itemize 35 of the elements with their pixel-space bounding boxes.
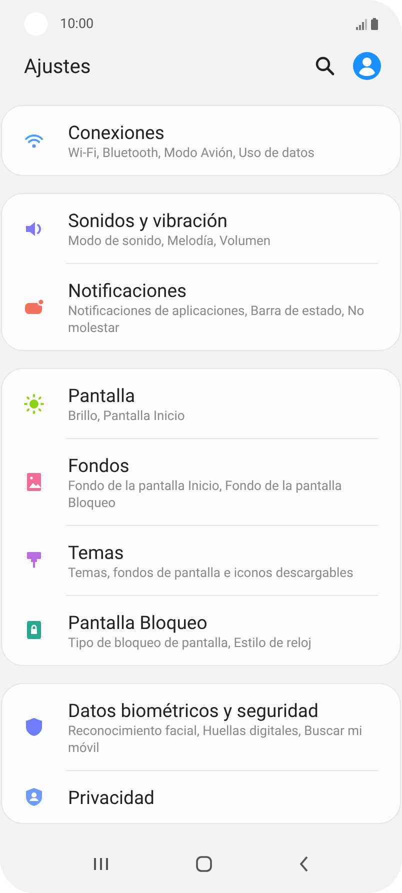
profile-icon[interactable] [353, 52, 381, 80]
settings-item[interactable]: Sonidos y vibración Modo de sonido, Melodía, Volumen [2, 194, 400, 263]
item-title: Conexiones [68, 121, 166, 145]
battery-icon [371, 18, 378, 30]
back-icon[interactable] [298, 856, 309, 872]
item-title: Datos biométricos y seguridad [68, 699, 320, 723]
settings-item[interactable]: Conexiones Wi-Fi, Bluetooth, Modo Avión, Uso de datos [2, 106, 400, 175]
settings-item[interactable]: Pantalla Bloqueo Tipo de bloqueo de pantalla, Estilo de reloj [2, 595, 400, 665]
item-subtitle: Temas, fondos de pantalla e iconos descargables [68, 565, 354, 582]
page-title: Ajustes [24, 54, 91, 78]
item-subtitle: Brillo, Pantalla Inicio [68, 408, 186, 425]
signal-icon [356, 18, 368, 30]
item-subtitle: Reconocimiento facial, Huellas digitales, Buscar mi móvil [68, 723, 364, 757]
item-title: Pantalla Bloqueo [68, 611, 208, 635]
item-subtitle: Modo de sonido, Melodía, Volumen [68, 233, 272, 250]
settings-item[interactable]: Fondos Fondo de la pantalla Inicio, Fondo de la pantalla Bloqueo [2, 438, 400, 525]
status-time: 10:00 [60, 16, 94, 32]
item-title: Pantalla [68, 384, 136, 408]
item-subtitle: Tipo de bloqueo de pantalla, Estilo de reloj [68, 635, 312, 652]
item-subtitle: Notificaciones de aplicaciones, Barra de estado, No molestar [68, 303, 366, 337]
item-title: Sonidos y vibración [68, 209, 228, 233]
item-title: Privacidad [68, 786, 156, 810]
item-subtitle: Wi-Fi, Bluetooth, Modo Avión, Uso de datos [68, 145, 316, 162]
settings-item[interactable]: Temas Temas, fondos de pantalla e iconos descargables [2, 525, 400, 595]
settings-item[interactable]: Privacidad [2, 770, 400, 823]
settings-item[interactable]: Pantalla Brillo, Pantalla Inicio [2, 369, 400, 438]
settings-item[interactable]: Datos biométricos y seguridad Reconocimiento facial, Huellas digitales, Buscar mi móvil [2, 684, 400, 770]
item-title: Notificaciones [68, 279, 188, 303]
item-subtitle: Fondo de la pantalla Inicio, Fondo de la pantalla Bloqueo [68, 478, 343, 512]
recent-apps-icon[interactable] [93, 857, 110, 871]
item-title: Temas [68, 541, 125, 565]
search-icon[interactable] [315, 56, 335, 76]
settings-item[interactable]: Notificaciones Notificaciones de aplicaciones, Barra de estado, No molestar [2, 263, 400, 350]
home-icon[interactable] [196, 856, 212, 872]
item-title: Fondos [68, 454, 130, 478]
